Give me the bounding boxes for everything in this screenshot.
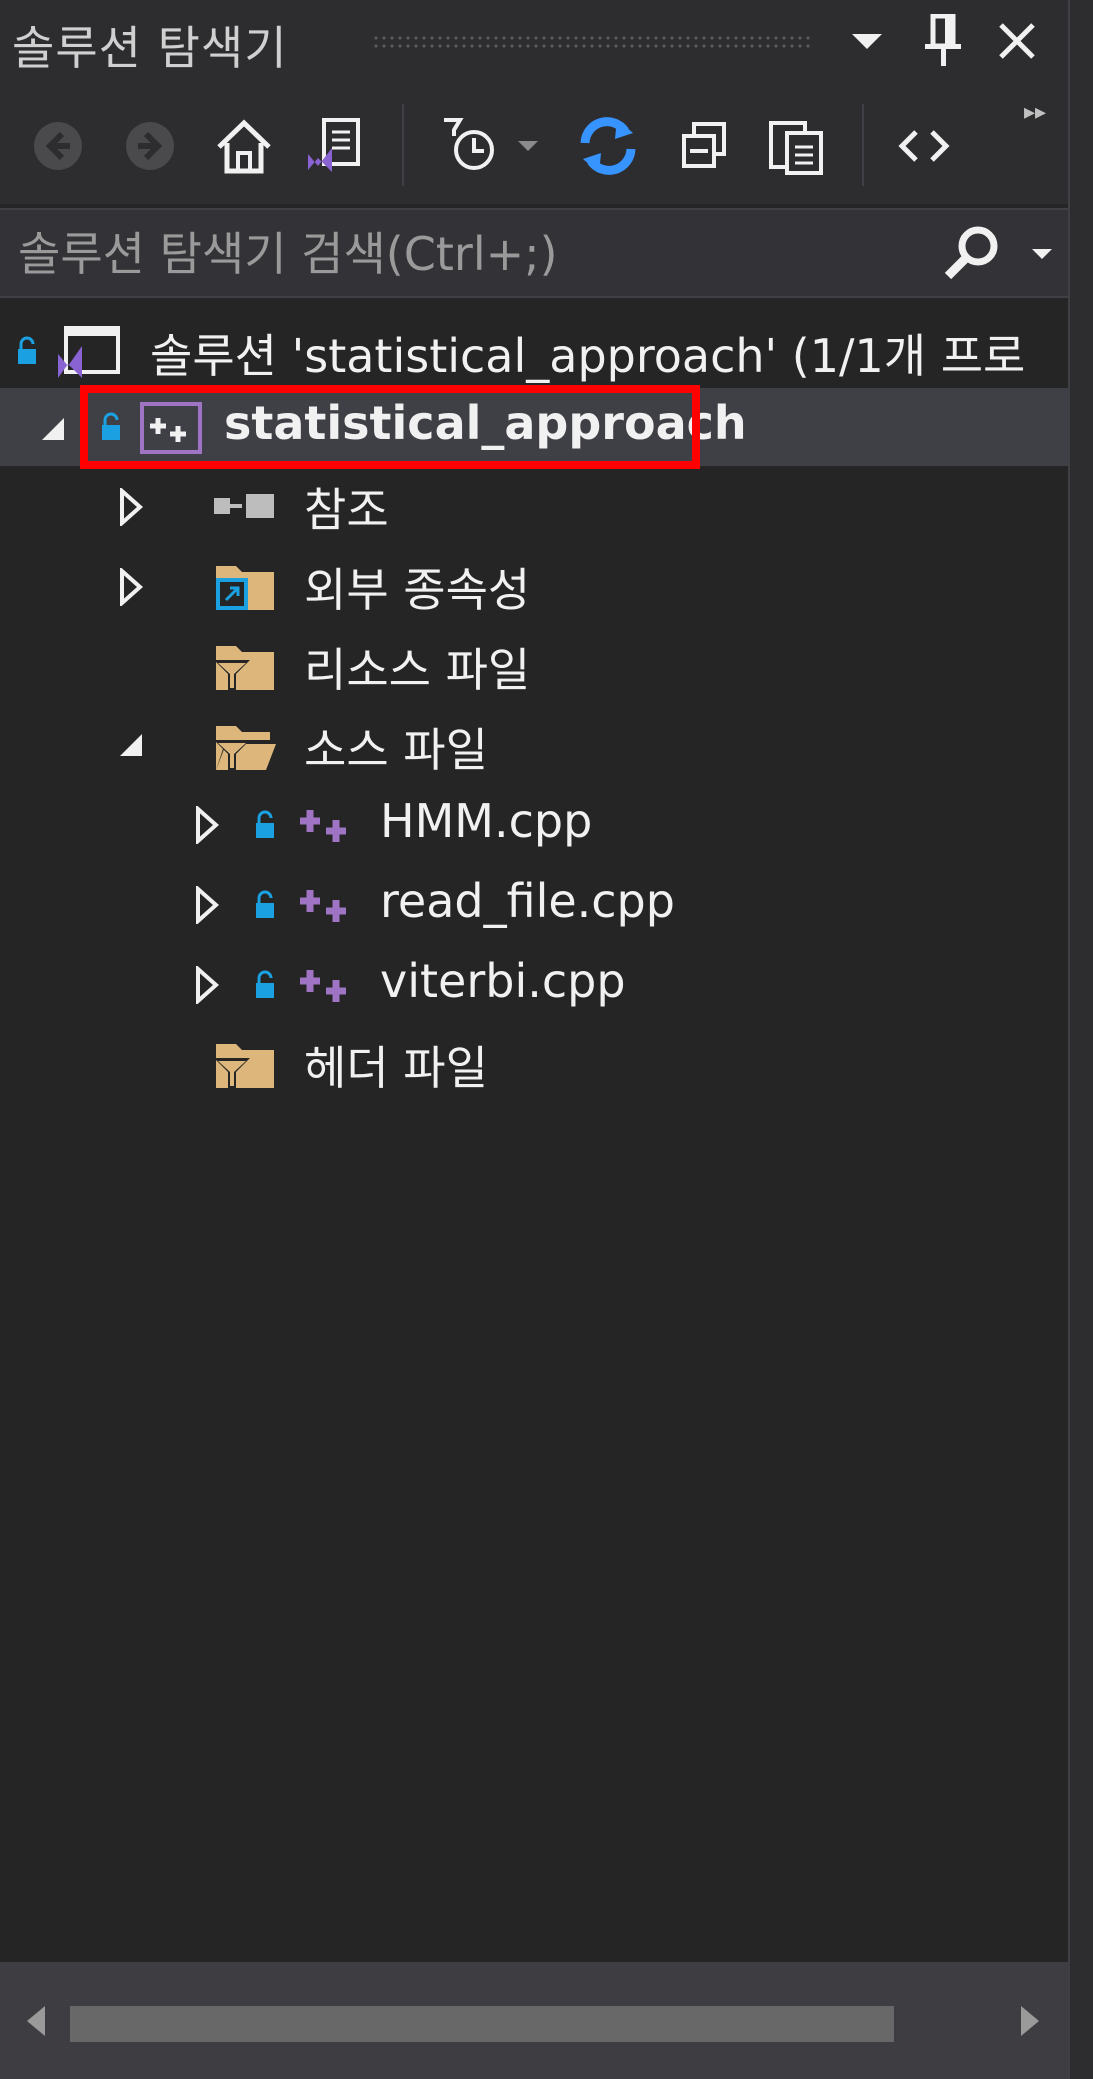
tree-label: 헤더 파일 [304,1041,488,1095]
toolbar: ▸▸ [0,82,1068,204]
search-options-button[interactable] [1020,222,1064,286]
panel-title: 솔루션 탐색기 [12,21,288,75]
filter-folder-open-icon [212,716,278,776]
lock-icon [254,970,276,1000]
cpp-project-icon [138,400,204,456]
cpp-file-icon [296,806,356,846]
expanded-arrow-icon[interactable] [118,732,144,758]
horizontal-scrollbar[interactable] [0,1962,1068,2079]
sync-button[interactable] [574,112,642,180]
pending-changes-filter-icon [444,118,494,170]
scroll-right-button[interactable] [1008,1992,1052,2050]
collapsed-arrow-icon[interactable] [194,966,220,1004]
chevron-down-icon [1032,249,1052,259]
tree-item-viterbi-cpp[interactable]: viterbi.cpp [0,946,1068,1024]
external-deps-icon [212,556,278,616]
forward-icon [126,122,174,170]
tree-label: read_file.cpp [380,874,675,928]
tree-item-resource-files[interactable]: 리소스 파일 [0,626,1068,704]
tree-item-header-files[interactable]: 헤더 파일 [0,1024,1068,1102]
window-edge [1068,0,1093,2079]
solution-icon [52,320,124,384]
switch-views-button[interactable] [300,112,368,180]
collapsed-arrow-icon[interactable] [118,568,144,606]
search-icon [944,226,998,280]
tree-label: 참조 [304,483,389,537]
tree-item-solution[interactable]: 솔루션 'statistical_approach' (1/1개 프로 [0,312,1068,390]
home-icon [217,119,271,174]
references-icon [212,490,284,520]
tree-label: 외부 종속성 [304,563,531,617]
solution-label: 솔루션 'statistical_approach' (1/1개 프로 [150,329,1026,383]
title-grip[interactable] [372,34,812,48]
pin-icon [925,14,961,66]
lock-icon [16,336,38,366]
sync-icon [580,117,636,175]
tree-item-project[interactable]: statistical_approach [0,388,1068,466]
show-all-files-button[interactable] [762,112,830,180]
collapse-all-button[interactable] [670,112,738,180]
search-bar [0,208,1068,298]
expanded-arrow-icon[interactable] [40,416,66,442]
collapsed-arrow-icon[interactable] [118,488,144,526]
project-label: statistical_approach [224,396,747,450]
lock-icon [254,810,276,840]
code-view-icon [898,130,950,162]
title-bar: 솔루션 탐색기 [0,0,1068,82]
tree-item-hmm-cpp[interactable]: HMM.cpp [0,786,1068,864]
code-view-button[interactable] [890,112,958,180]
tree-label: 소스 파일 [304,723,488,777]
scroll-left-button[interactable] [14,1992,58,2050]
back-icon [34,122,82,170]
forward-button[interactable] [116,112,184,180]
tree-label: 리소스 파일 [304,643,531,697]
filter-folder-icon [212,636,278,696]
lock-icon [254,890,276,920]
tree-label: viterbi.cpp [380,954,626,1008]
scroll-left-icon [27,2006,45,2036]
toolbar-overflow[interactable]: ▸▸ [1024,100,1046,125]
pin-button[interactable] [914,12,972,70]
search-button[interactable] [940,222,1004,286]
scroll-right-icon [1021,2006,1039,2036]
solution-explorer-panel: 솔루션 탐색기 ▸▸ 솔루션 탐색기 검색(Ctrl+;) 솔루션 'stati… [0,0,1068,2079]
dropdown-button[interactable] [838,12,896,70]
home-button[interactable] [210,112,278,180]
scroll-thumb[interactable] [70,2006,894,2042]
lock-icon [100,412,122,442]
close-icon [999,23,1035,59]
chevron-down-icon [518,141,538,151]
collapse-all-icon [682,122,726,168]
tree-item-source-files[interactable]: 소스 파일 [0,706,1068,784]
close-button[interactable] [988,12,1046,70]
pending-changes-dropdown[interactable] [508,112,548,180]
tree-item-external-deps[interactable]: 외부 종속성 [0,546,1068,624]
collapsed-arrow-icon[interactable] [194,886,220,924]
cpp-file-icon [296,966,356,1006]
tree-item-references[interactable]: 참조 [0,466,1068,544]
filter-folder-icon [212,1034,278,1094]
tree-item-read-file-cpp[interactable]: read_file.cpp [0,866,1068,944]
search-input[interactable] [16,222,940,286]
cpp-file-icon [296,886,356,926]
dropdown-icon [852,34,882,49]
tree-label: HMM.cpp [380,794,593,848]
switch-views-icon [308,118,360,172]
collapsed-arrow-icon[interactable] [194,806,220,844]
show-all-files-icon [769,121,823,175]
pending-changes-filter-button[interactable] [436,112,504,180]
back-button[interactable] [24,112,92,180]
